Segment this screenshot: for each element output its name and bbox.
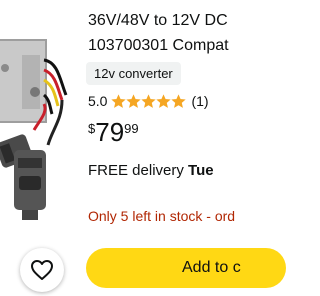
add-to-cart-button[interactable]: Add to c: [86, 248, 286, 288]
delivery-day: Tue: [188, 162, 214, 179]
price-whole: 79: [95, 117, 125, 147]
stock-status: Only 5 left in stock - ord: [88, 208, 236, 224]
star-icon: [156, 93, 172, 108]
star-icon: [126, 93, 142, 108]
rating-value: 5.0: [88, 93, 108, 109]
price: $ 79 99: [88, 116, 139, 150]
variant-chip[interactable]: 12v converter: [86, 62, 181, 85]
product-title-line1: 36V/48V to 12V DC: [88, 12, 228, 29]
rating-stars: [111, 93, 187, 109]
product-image[interactable]: [0, 0, 80, 255]
wishlist-button[interactable]: [20, 248, 64, 292]
delivery-text: FREE delivery: [88, 162, 189, 179]
price-fraction: 99: [124, 121, 139, 136]
price-symbol: $: [88, 121, 96, 136]
delivery-info: FREE delivery Tue: [88, 162, 214, 179]
star-icon: [171, 93, 187, 108]
review-count[interactable]: (1): [191, 93, 208, 109]
product-title: 36V/48V to 12V DC 103700301 Compat: [88, 8, 258, 58]
star-icon: [141, 93, 157, 108]
star-icon: [111, 93, 127, 108]
heart-icon: [31, 260, 53, 280]
product-title-line2: 103700301 Compat: [88, 37, 229, 54]
rating-row[interactable]: 5.0 (1): [88, 91, 209, 111]
